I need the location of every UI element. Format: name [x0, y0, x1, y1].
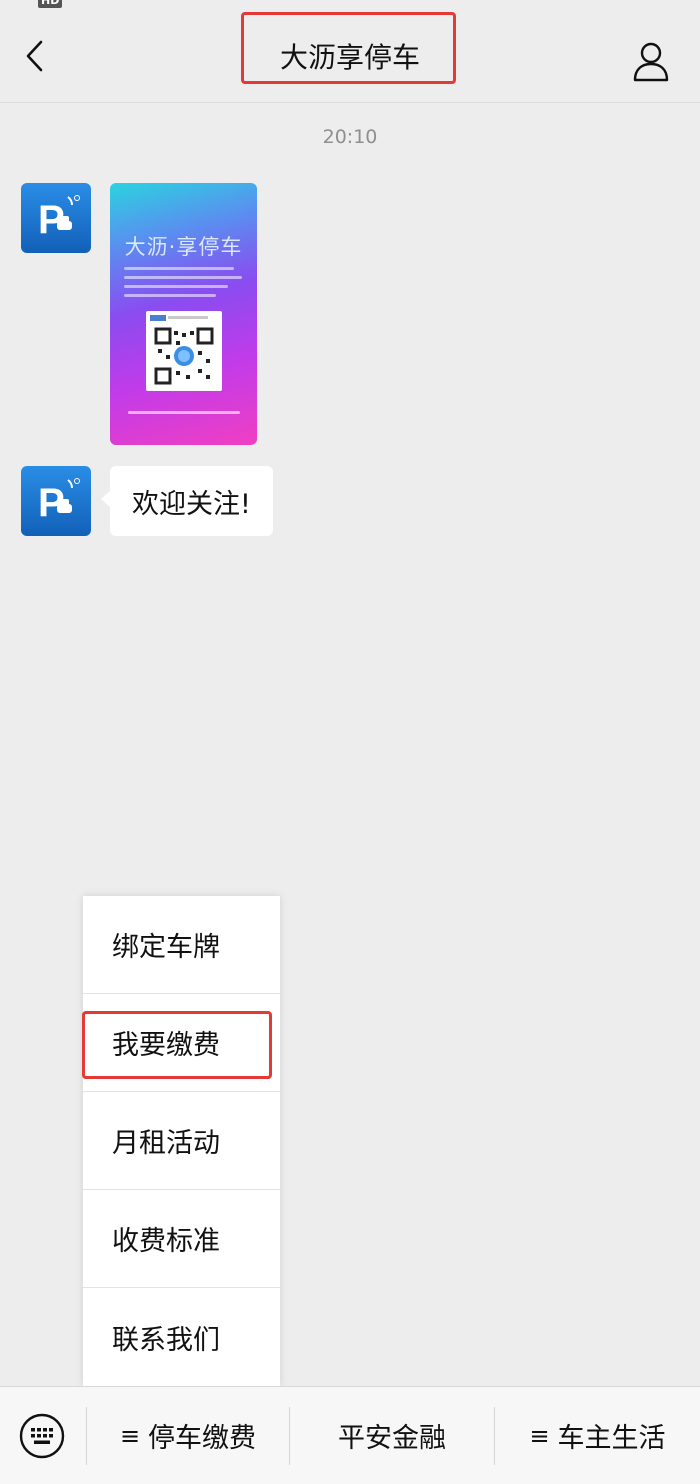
menu-label: 车主生活	[557, 1423, 666, 1454]
submenu-item-label: 绑定车牌	[112, 932, 220, 963]
parking-logo-icon: P	[38, 195, 80, 242]
account-avatar[interactable]: P	[21, 466, 91, 536]
account-avatar[interactable]: P	[21, 183, 91, 253]
submenu-popup: 绑定车牌 我要缴费 月租活动 收费标准 联系我们	[83, 896, 280, 1386]
submenu-item-bind-plate[interactable]: 绑定车牌	[83, 896, 280, 994]
welcome-message-text: 欢迎关注!	[132, 488, 251, 520]
poster-title: 大沥·享停车	[124, 235, 243, 259]
poster-text-lines	[124, 267, 244, 303]
submenu-item-label: 月租活动	[112, 1128, 220, 1159]
poster-footer-line	[128, 411, 240, 414]
menu-car-owner-life[interactable]: ≡ 车主生活	[495, 1387, 700, 1484]
profile-button[interactable]	[626, 36, 676, 86]
menu-label: 平安金融	[338, 1423, 446, 1454]
welcome-message-bubble[interactable]: 欢迎关注!	[101, 466, 273, 536]
submenu-list-icon: ≡	[119, 1421, 141, 1450]
menu-ping-an-finance[interactable]: 平安金融	[290, 1387, 494, 1484]
pay-highlight-box	[82, 1011, 272, 1079]
menu-parking-payment[interactable]: ≡ 停车缴费	[87, 1387, 289, 1484]
bottom-menu-bar: ≡ 停车缴费 平安金融 ≡ 车主生活	[0, 1386, 700, 1484]
person-icon	[633, 42, 669, 82]
submenu-item-label: 收费标准	[112, 1226, 220, 1257]
message-timestamp: 20:10	[322, 126, 378, 148]
keyboard-icon	[19, 1413, 65, 1459]
submenu-item-fee-standard[interactable]: 收费标准	[83, 1190, 280, 1288]
status-bar: HD	[0, 0, 700, 10]
hd-indicator-icon: HD	[38, 0, 63, 8]
keyboard-toggle-button[interactable]	[18, 1412, 66, 1460]
submenu-item-contact-us[interactable]: 联系我们	[83, 1288, 280, 1386]
menu-label: 停车缴费	[148, 1423, 257, 1454]
submenu-item-label: 联系我们	[112, 1324, 220, 1356]
poster-image-message[interactable]: 大沥·享停车	[110, 183, 257, 445]
qr-code-image	[146, 311, 222, 391]
submenu-item-monthly-rental[interactable]: 月租活动	[83, 1092, 280, 1190]
submenu-list-icon: ≡	[529, 1421, 550, 1450]
parking-logo-icon: P	[38, 478, 80, 525]
title-highlight-box	[241, 12, 456, 84]
